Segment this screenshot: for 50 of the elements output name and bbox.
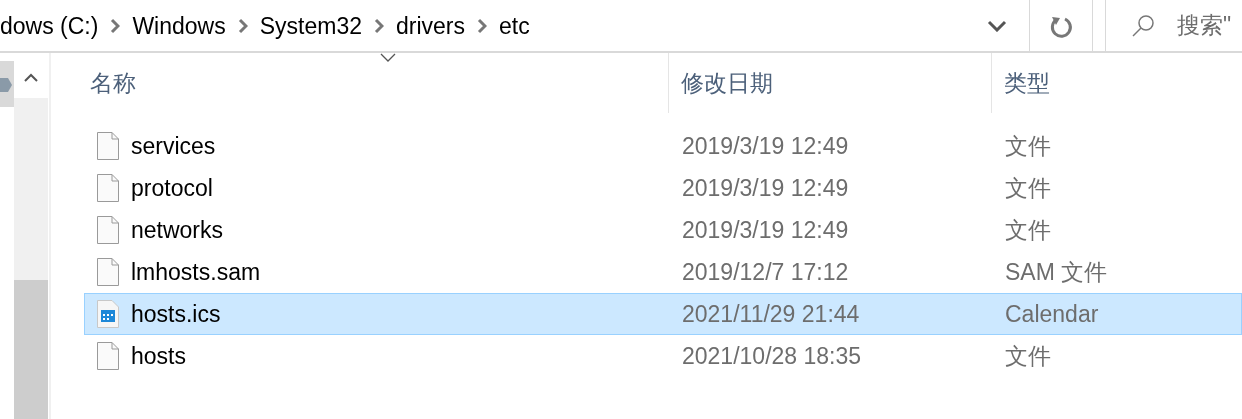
file-type: SAM 文件 (1005, 258, 1108, 285)
scroll-thumb[interactable] (14, 280, 48, 419)
file-type: 文件 (1005, 216, 1051, 243)
modified-date: 2021/10/28 18:35 (682, 342, 862, 369)
chevron-right-icon (110, 17, 121, 34)
modified-date: 2019/3/19 12:49 (682, 216, 849, 243)
modified-date: 2019/3/19 12:49 (682, 132, 849, 159)
file-name: services (131, 131, 216, 161)
chevron-right-icon (477, 17, 487, 34)
file-name: hosts (131, 341, 186, 371)
file-name: hosts.ics (131, 299, 221, 329)
file-row[interactable]: services 2019/3/19 12:49 文件 (84, 125, 1242, 167)
breadcrumb-item[interactable]: drivers (384, 4, 477, 47)
file-icon (97, 258, 119, 286)
modified-date: 2021/11/29 21:44 (682, 300, 860, 327)
scroll-up-button[interactable] (14, 53, 48, 98)
file-name: networks (131, 215, 224, 245)
file-type: 文件 (1005, 132, 1051, 159)
file-type: Calendar (1005, 300, 1099, 327)
file-icon (97, 174, 119, 202)
chevron-right-icon (374, 17, 384, 34)
modified-date: 2019/12/7 17:12 (682, 258, 849, 285)
file-row[interactable]: hosts 2021/10/28 18:35 文件 (84, 335, 1242, 377)
refresh-icon (1048, 14, 1074, 41)
breadcrumb-item[interactable]: dows (C:) (0, 4, 111, 47)
file-row[interactable]: networks 2019/3/19 12:49 文件 (84, 209, 1242, 251)
breadcrumb-item[interactable]: System32 (247, 4, 374, 47)
file-icon (97, 132, 119, 160)
file-name: lmhosts.sam (131, 257, 261, 287)
modified-date: 2019/3/19 12:49 (682, 174, 849, 201)
breadcrumb-item[interactable]: etc (487, 4, 542, 47)
file-name: protocol (131, 173, 213, 203)
chevron-right-icon (237, 17, 248, 34)
dropdown-chevron-icon[interactable] (987, 19, 1007, 32)
column-header[interactable]: 名称 (84, 53, 668, 113)
file-icon (97, 216, 119, 244)
file-row[interactable]: lmhosts.sam 2019/12/7 17:12 SAM 文件 (84, 251, 1242, 293)
scrollbar[interactable] (14, 53, 48, 419)
breadcrumb-item[interactable]: Windows (120, 4, 238, 47)
column-header[interactable]: 类型 (991, 53, 1242, 113)
sort-caret-icon (380, 53, 396, 63)
calendar-file-icon (97, 300, 119, 328)
file-type: 文件 (1005, 174, 1051, 201)
column-header[interactable]: 修改日期 (668, 53, 991, 113)
file-type: 文件 (1005, 342, 1051, 369)
file-row[interactable]: protocol 2019/3/19 12:49 文件 (84, 167, 1242, 209)
file-icon (97, 342, 119, 370)
search-icon (1131, 13, 1155, 38)
file-row[interactable]: hosts.ics 2021/11/29 21:44 Calendar (84, 293, 1242, 335)
caret-up-icon (24, 72, 38, 82)
